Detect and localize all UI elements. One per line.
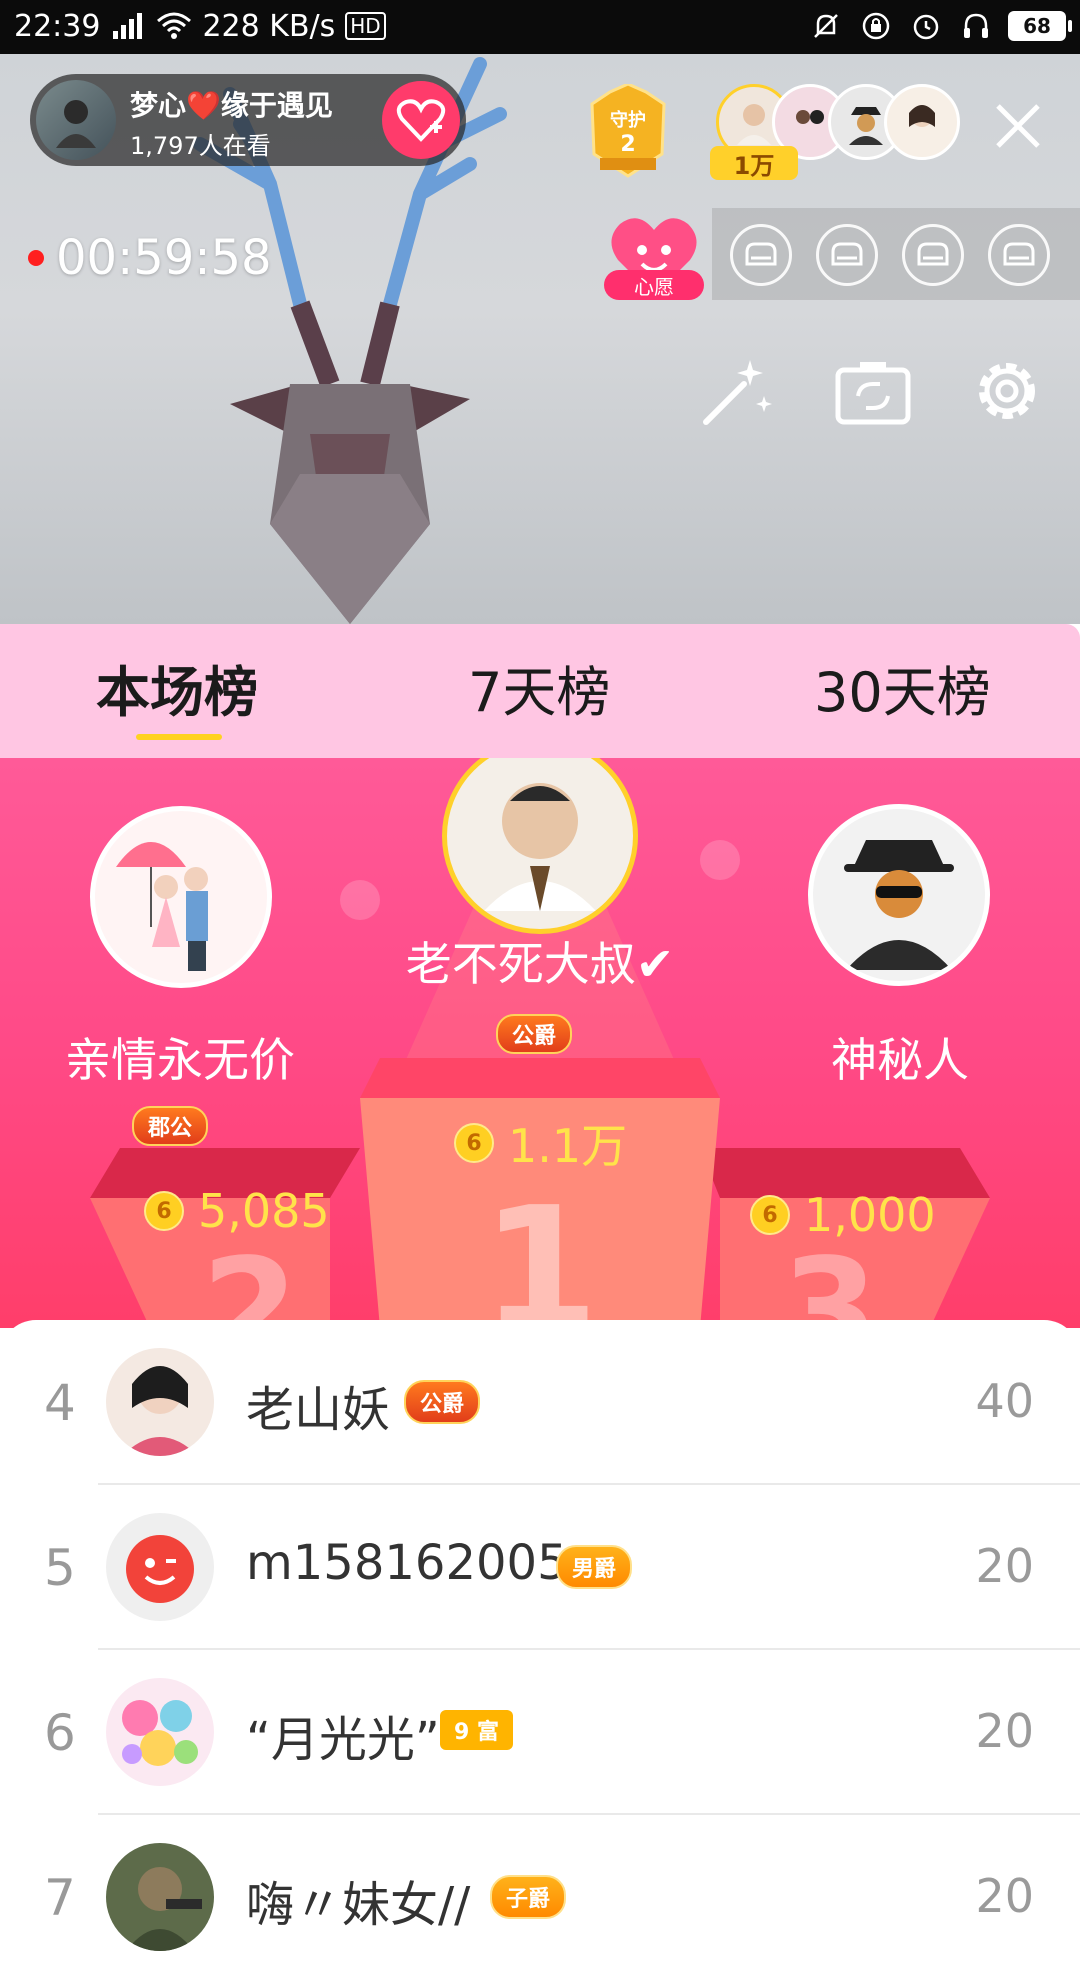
first-place-name: 老不死大叔✔ <box>405 937 675 991</box>
user-avatar[interactable] <box>106 1843 214 1951</box>
podium-section: 1 2 3 老不死大叔✔ 公爵 6 1.1万 亲情永无价 郡公 6 5,085 … <box>0 758 1080 1328</box>
coin-icon: 6 <box>144 1191 184 1231</box>
streamer-avatar[interactable] <box>36 80 116 160</box>
magic-wand-icon <box>703 360 772 425</box>
gear-icon <box>979 363 1035 419</box>
user-name: 老山妖 <box>246 1382 391 1438</box>
heart-plus-icon <box>396 99 446 142</box>
viewer-count: 1,797人在看 <box>130 132 271 160</box>
user-name: 嗨〃妹女// <box>246 1877 471 1933</box>
tab-7-days[interactable]: 7天榜 <box>468 648 610 727</box>
first-place-coins: 6 1.1万 <box>454 1110 627 1176</box>
settings-button[interactable] <box>966 350 1048 432</box>
list-row[interactable]: 4 老山妖 公爵 40 <box>0 1320 1080 1485</box>
top-fan-count: 1万 <box>710 146 798 180</box>
second-place-coins: 6 5,085 <box>144 1184 330 1238</box>
rank-number: 7 <box>44 1869 76 1927</box>
viewer-avatar-4[interactable] <box>884 84 960 160</box>
third-place-coin-value: 1,000 <box>804 1188 936 1242</box>
alarm-icon <box>908 8 944 44</box>
user-score: 20 <box>975 1869 1034 1923</box>
list-row[interactable]: 5 m158162005 男爵 20 <box>0 1485 1080 1650</box>
user-avatar[interactable] <box>106 1348 214 1456</box>
guard-count: 2 <box>620 132 636 157</box>
beauty-filter-button[interactable] <box>696 350 778 432</box>
guest-seat-strip <box>712 208 1080 300</box>
guard-badge[interactable]: 守护 2 <box>586 84 670 180</box>
timer-text: 00:59:58 <box>56 230 272 286</box>
status-bar: 22:39 228 KB/s HD 68 <box>0 0 1080 54</box>
tab-30-days[interactable]: 30天榜 <box>814 648 991 727</box>
wish-label[interactable]: 心愿 <box>604 270 704 300</box>
second-place-coin-value: 5,085 <box>198 1184 330 1238</box>
user-avatar[interactable] <box>106 1513 214 1621</box>
second-place-name: 亲情永无价 <box>65 1033 295 1087</box>
rank-number: 5 <box>44 1539 76 1597</box>
recording-dot-icon <box>28 250 44 266</box>
user-score: 20 <box>975 1539 1034 1593</box>
clock: 22:39 <box>14 8 101 44</box>
ranking-tabs: 本场榜 7天榜 30天榜 <box>0 624 1080 758</box>
close-button[interactable] <box>986 94 1050 158</box>
switch-camera-icon <box>835 362 911 425</box>
first-place-coin-value: 1.1万 <box>508 1119 628 1173</box>
tab-this-session[interactable]: 本场榜 <box>96 648 258 727</box>
seat-icon[interactable] <box>902 224 964 286</box>
list-row[interactable]: 7 嗨〃妹女// 子爵 20 <box>0 1815 1080 1980</box>
wifi-icon <box>156 8 192 44</box>
svg-text:1: 1 <box>481 1171 599 1328</box>
third-place-name: 神秘人 <box>831 1033 969 1087</box>
streamer-name: 梦心❤️缘于遇见 <box>130 89 333 122</box>
rank-number: 4 <box>44 1374 76 1432</box>
ranking-list: 4 老山妖 公爵 40 5 m158162005 男爵 20 6 “月光光” 9… <box>0 1320 1080 1951</box>
mute-bell-icon <box>808 8 844 44</box>
follow-button[interactable] <box>382 81 460 159</box>
user-avatar[interactable] <box>106 1678 214 1786</box>
noble-tag: 男爵 <box>556 1545 633 1589</box>
user-name: “月光光” <box>246 1712 440 1768</box>
svg-text:2: 2 <box>201 1229 298 1328</box>
first-place-noble-tag: 公爵 <box>496 1014 573 1054</box>
seat-icon[interactable] <box>816 224 878 286</box>
cellular-signal-icon <box>110 8 146 44</box>
active-tab-indicator <box>136 734 222 740</box>
wealth-level-tag: 9 富 <box>440 1710 513 1750</box>
noble-tag: 公爵 <box>404 1380 481 1424</box>
flip-camera-button[interactable] <box>832 350 914 432</box>
streamer-info-pill[interactable]: 梦心❤️缘于遇见 1,797人在看 <box>30 74 466 166</box>
live-timer: 00:59:58 <box>28 230 272 286</box>
second-place-noble-tag: 郡公 <box>132 1106 209 1146</box>
close-icon <box>996 104 1040 148</box>
coin-icon: 6 <box>454 1123 494 1163</box>
network-speed: 228 KB/s <box>202 8 336 44</box>
rank-number: 6 <box>44 1704 76 1762</box>
battery-indicator: 68 <box>1008 11 1072 41</box>
headphones-icon <box>958 8 994 44</box>
coin-icon: 6 <box>750 1195 790 1235</box>
live-video[interactable]: 梦心❤️缘于遇见 1,797人在看 守护 2 1万 00:59:58 心愿 <box>0 54 1080 624</box>
lock-rotation-icon <box>858 8 894 44</box>
hd-badge: HD <box>345 12 386 40</box>
user-name: m158162005 <box>246 1535 568 1591</box>
user-score: 40 <box>975 1374 1034 1428</box>
user-score: 20 <box>975 1704 1034 1758</box>
guard-label: 守护 <box>610 110 646 131</box>
seat-icon[interactable] <box>730 224 792 286</box>
list-row[interactable]: 6 “月光光” 9 富 20 <box>0 1650 1080 1815</box>
seat-icon[interactable] <box>988 224 1050 286</box>
svg-text:3: 3 <box>781 1229 878 1328</box>
third-place-avatar[interactable] <box>808 804 990 986</box>
third-place-coins: 6 1,000 <box>750 1188 936 1242</box>
noble-tag: 子爵 <box>490 1875 567 1919</box>
second-place-avatar[interactable] <box>90 806 272 988</box>
